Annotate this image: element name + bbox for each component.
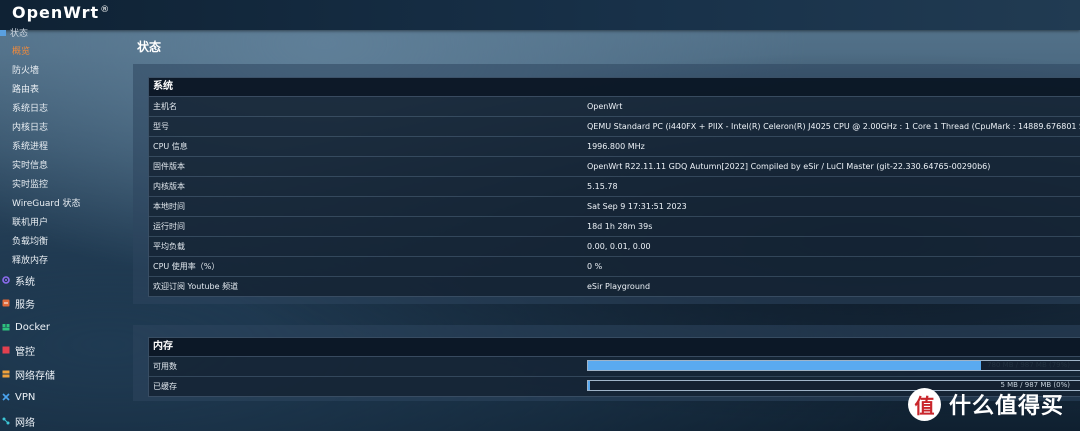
sidebar-category-control[interactable]: 管控 xyxy=(0,341,35,359)
progress-fill xyxy=(588,361,982,370)
sidebar-category-label: 网络 xyxy=(15,417,35,429)
row-value: QEMU Standard PC (i440FX + PIIX - Intel(… xyxy=(587,122,1080,131)
info-row-model: 型号 QEMU Standard PC (i440FX + PIIX - Inte… xyxy=(149,117,1080,137)
row-key: 已缓存 xyxy=(153,382,177,391)
sidebar-item-kernel-log[interactable]: 内核日志 xyxy=(12,120,48,133)
sidebar-category-docker[interactable]: Docker xyxy=(0,318,50,336)
system-section: 系统 主机名 OpenWrt 型号 QEMU Standard PC (i440FX… xyxy=(148,77,1080,297)
sidebar-category-label: VPN xyxy=(15,391,36,403)
info-row-local-time: 本地时间 Sat Sep 9 17:31:51 2023 xyxy=(149,197,1080,217)
sidebar-category-label: 状态 xyxy=(10,29,29,39)
sidebar-item-overview[interactable]: 概览 xyxy=(12,44,30,57)
info-row-cpu: CPU 信息 1996.800 MHz xyxy=(149,137,1080,157)
docker-icon xyxy=(2,324,10,331)
sidebar-category-system[interactable]: 系统 xyxy=(0,271,35,289)
sidebar-item-routes[interactable]: 路由表 xyxy=(12,82,39,95)
row-value: 1996.800 MHz xyxy=(587,142,645,151)
progress-fill xyxy=(588,381,591,390)
row-key: 本地时间 xyxy=(153,202,185,211)
brand-logo[interactable]: OpenWrt® xyxy=(12,3,110,22)
registered-mark: ® xyxy=(100,4,111,15)
sidebar-category-network-storage[interactable]: 网络存储 xyxy=(0,365,55,383)
sidebar-category-label: 网络存储 xyxy=(15,370,55,382)
memory-row-available: 可用数 780 MB / 987 MB (79%) xyxy=(149,357,1080,377)
row-key: CPU 使用率（%） xyxy=(153,262,220,271)
row-value: 5.15.78 xyxy=(587,182,618,191)
sidebar-category-services[interactable]: 服务 xyxy=(0,294,35,312)
memory-progress-bar: 780 MB / 987 MB (79%) xyxy=(587,360,1080,371)
sidebar-category-label: 服务 xyxy=(15,299,35,311)
info-row-load: 平均负载 0.00, 0.01, 0.00 xyxy=(149,237,1080,257)
sidebar-item-system-log[interactable]: 系统日志 xyxy=(12,101,48,114)
info-row-kernel: 内核版本 5.15.78 xyxy=(149,177,1080,197)
brand-name: OpenWrt xyxy=(12,3,100,22)
status-icon xyxy=(0,30,6,36)
row-key: 运行时间 xyxy=(153,222,185,231)
watermark-badge: 值 xyxy=(908,387,941,421)
row-key: 固件版本 xyxy=(153,162,185,171)
services-icon xyxy=(2,299,10,307)
row-value: 18d 1h 28m 39s xyxy=(587,222,653,231)
section-title: 内存 xyxy=(149,338,1080,357)
gear-icon xyxy=(2,276,10,284)
sidebar-category-label: 系统 xyxy=(15,276,35,288)
row-key: CPU 信息 xyxy=(153,142,188,151)
sidebar-item-realtime-monitor[interactable]: 实时监控 xyxy=(12,177,48,190)
info-row-firmware: 固件版本 OpenWrt R22.11.11 GDQ Autumn[2022] C… xyxy=(149,157,1080,177)
sidebar-category-label: 管控 xyxy=(15,346,35,358)
row-key: 型号 xyxy=(153,122,169,131)
watermark-badge-text: 值 xyxy=(914,393,935,418)
sidebar-item-realtime-info[interactable]: 实时信息 xyxy=(12,158,48,171)
row-value: 0 % xyxy=(587,262,603,271)
sidebar-category-vpn[interactable]: VPN xyxy=(0,388,35,406)
sidebar-item-online-users[interactable]: 联机用户 xyxy=(12,215,48,228)
row-value: 0.00, 0.01, 0.00 xyxy=(587,242,651,251)
sidebar-item-free-memory[interactable]: 释放内存 xyxy=(12,253,48,266)
vpn-icon xyxy=(2,393,10,401)
row-key: 欢迎订阅 Youtube 频道 xyxy=(153,282,239,291)
sidebar-category-network[interactable]: 网络 xyxy=(0,412,35,430)
sidebar-item-processes[interactable]: 系统进程 xyxy=(12,139,48,152)
row-key: 主机名 xyxy=(153,102,177,111)
info-row-hostname: 主机名 OpenWrt xyxy=(149,97,1080,117)
sidebar-item-load-balance[interactable]: 负载均衡 xyxy=(12,234,48,247)
row-key: 可用数 xyxy=(153,362,177,371)
row-value: OpenWrt R22.11.11 GDQ Autumn[2022] Compi… xyxy=(587,162,991,171)
sidebar-item-firewall[interactable]: 防火墙 xyxy=(12,63,39,76)
progress-text: 780 MB / 987 MB (79%) xyxy=(987,361,1070,369)
row-value: Sat Sep 9 17:31:51 2023 xyxy=(587,202,687,211)
sidebar-category-status[interactable]: 状态 xyxy=(0,26,28,39)
sidebar-item-wireguard-status[interactable]: WireGuard 状态 xyxy=(12,196,81,209)
row-value: OpenWrt xyxy=(587,102,623,111)
row-key: 平均负载 xyxy=(153,242,185,251)
row-key: 内核版本 xyxy=(153,182,185,191)
info-row-youtube: 欢迎订阅 Youtube 频道 eSir Playground xyxy=(149,277,1080,296)
watermark: 值 什么值得买 xyxy=(908,386,1064,422)
info-row-uptime: 运行时间 18d 1h 28m 39s xyxy=(149,217,1080,237)
sidebar-category-label: Docker xyxy=(15,321,51,333)
section-title: 系统 xyxy=(149,78,1080,97)
watermark-text: 什么值得买 xyxy=(949,394,1065,419)
top-bar: OpenWrt® xyxy=(0,0,1080,30)
network-icon xyxy=(2,417,10,425)
info-row-cpu-usage: CPU 使用率（%） 0 % xyxy=(149,257,1080,277)
sidebar: 状态 概览 防火墙 路由表 系统日志 内核日志 系统进程 实时信息 实时监控 W… xyxy=(0,29,130,431)
page-title: 状态 xyxy=(137,40,162,54)
storage-icon xyxy=(2,370,10,378)
row-value: eSir Playground xyxy=(587,282,651,291)
control-icon xyxy=(2,346,10,354)
